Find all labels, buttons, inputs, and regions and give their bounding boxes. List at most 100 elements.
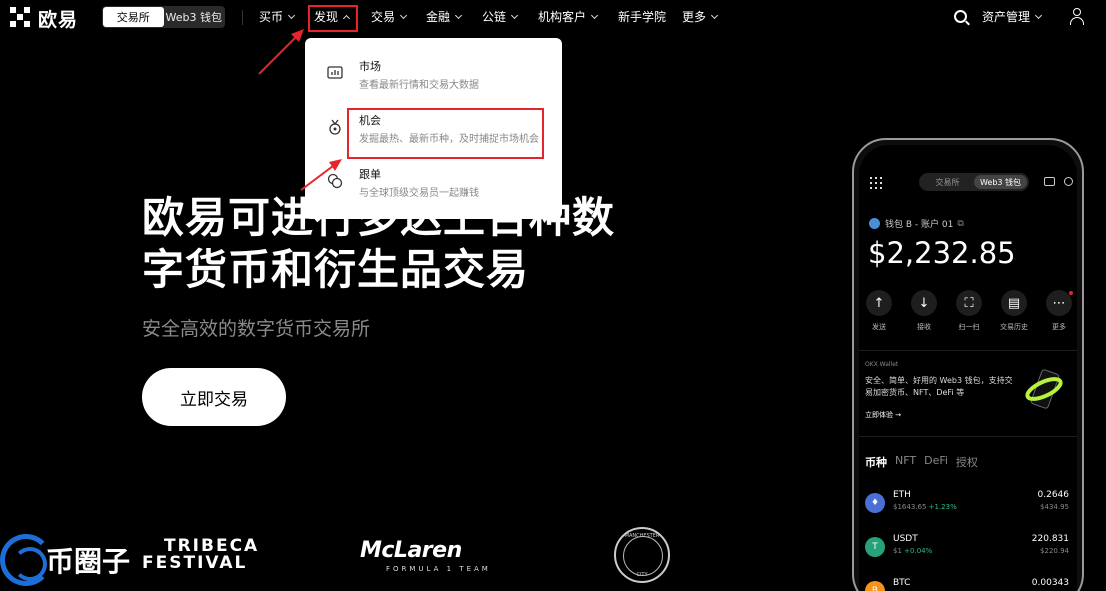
tribeca-logo: TRIBECA FESTIVAL <box>142 538 259 572</box>
watermark-ring-icon <box>0 534 52 586</box>
user-icon[interactable] <box>1069 8 1085 26</box>
asset-tab-nft: NFT <box>895 454 917 467</box>
coin-change: +1.23% <box>928 503 957 511</box>
mode-switch: 交易所 Web3 钱包 <box>102 6 225 28</box>
man-city-top-text: MANCHESTER <box>624 533 660 539</box>
dropdown-item-desc: 与全球顶级交易员一起赚钱 <box>359 188 479 199</box>
nav-chain[interactable]: 公链 <box>482 8 519 26</box>
apps-grid-icon <box>870 177 882 189</box>
trade-now-button[interactable]: 立即交易 <box>142 368 286 426</box>
dropdown-item-title: 市场 <box>359 60 381 73</box>
asset-tab-coins: 币种 <box>865 456 887 469</box>
man-city-bottom-text: CITY <box>636 572 648 578</box>
message-icon <box>1044 177 1055 186</box>
scan-label: 扫一扫 <box>958 323 980 331</box>
nav-finance-label: 金融 <box>426 10 451 24</box>
highlight-box-discover <box>308 5 358 32</box>
tribeca-line2: FESTIVAL <box>142 553 248 573</box>
usdt-icon: T <box>865 537 885 557</box>
more-action: ⋯ 更多 <box>1039 290 1079 332</box>
coin-amount: 220.831 <box>1031 534 1069 544</box>
asset-tab-defi: DeFi <box>924 454 948 467</box>
okx-logo-icon <box>10 7 32 29</box>
mode-web3-tab[interactable]: Web3 钱包 <box>164 7 225 27</box>
coin-value: $434.95 <box>1040 503 1069 511</box>
eth-icon: ♦ <box>865 493 885 513</box>
chevron-down-icon <box>510 11 519 20</box>
chevron-down-icon <box>287 11 296 20</box>
wallet-balance: $2,232.85 <box>868 236 1016 270</box>
coin-row: B BTC 0.00343 <box>865 575 1077 591</box>
top-nav: 欧易 交易所 Web3 钱包 买币 发现 交易 金融 公链 机构客户 新手学院 … <box>0 0 1106 36</box>
hero-subtitle: 安全高效的数字货币交易所 <box>142 318 371 340</box>
man-city-logo: MANCHESTER CITY <box>614 527 670 583</box>
receive-label: 接收 <box>917 323 931 331</box>
wallet-label: 钱包 B - 账户 01 <box>885 220 954 230</box>
phone-tab-web3: Web3 钱包 <box>974 175 1027 189</box>
phone-screen: 交易所 Web3 钱包 钱包 B - 账户 01 ⧉ $2,232.85 ↑ 发送… <box>859 145 1077 591</box>
okx-logo[interactable]: 欧易 <box>10 6 78 31</box>
mclaren-logo: McLaren FORMULA 1 TEAM <box>360 538 491 573</box>
coin-name: USDT <box>893 534 918 544</box>
coin-amount: 0.00343 <box>1031 578 1069 588</box>
mode-exchange-tab[interactable]: 交易所 <box>103 7 164 27</box>
nav-trade-label: 交易 <box>371 10 396 24</box>
chevron-down-icon <box>454 11 463 20</box>
coin-row: ♦ ETH $1643.65 +1.23% 0.2646 $434.95 <box>865 487 1077 523</box>
chevron-down-icon <box>1034 11 1043 20</box>
mclaren-subtitle: FORMULA 1 TEAM <box>386 565 491 573</box>
dropdown-item-desc: 查看最新行情和交易大数据 <box>359 80 479 91</box>
nav-trade[interactable]: 交易 <box>371 8 408 26</box>
asset-tab-approvals: 授权 <box>955 456 978 469</box>
coin-price-value: $1643.65 <box>893 503 927 511</box>
wallet-avatar-icon <box>869 218 880 229</box>
receive-icon: ↓ <box>911 290 937 316</box>
wallet-illustration-icon <box>1025 369 1063 409</box>
mclaren-wordmark: McLaren <box>360 538 462 563</box>
copy-icon: ⧉ <box>957 218 964 229</box>
phone-mockup: 交易所 Web3 钱包 钱包 B - 账户 01 ⧉ $2,232.85 ↑ 发送… <box>852 138 1084 591</box>
nav-institution[interactable]: 机构客户 <box>538 8 599 26</box>
notification-dot <box>1069 291 1073 295</box>
more-icon: ⋯ <box>1046 290 1072 316</box>
nav-institution-label: 机构客户 <box>538 10 587 24</box>
dropdown-item-market[interactable]: 市场 查看最新行情和交易大数据 <box>325 58 555 98</box>
nav-academy[interactable]: 新手学院 <box>618 8 666 26</box>
dropdown-item-title: 跟单 <box>359 168 381 181</box>
scan-action: ⛶ 扫一扫 <box>949 290 989 332</box>
nav-finance[interactable]: 金融 <box>426 8 463 26</box>
coin-value: $220.94 <box>1040 547 1069 555</box>
nav-academy-label: 新手学院 <box>618 10 667 24</box>
watermark-text: 币圈子 <box>46 545 131 578</box>
copy-trade-icon <box>327 173 343 189</box>
nav-more[interactable]: 更多 <box>682 8 719 26</box>
send-label: 发送 <box>872 323 886 331</box>
coin-name: ETH <box>893 490 911 500</box>
nav-more-label: 更多 <box>682 10 707 24</box>
dropdown-item-copy-trading[interactable]: 跟单 与全球顶级交易员一起赚钱 <box>325 166 555 206</box>
chevron-down-icon <box>590 11 599 20</box>
search-icon[interactable] <box>954 10 967 23</box>
btc-icon: B <box>865 581 885 591</box>
wallet-promo-card: OKX Wallet 安全、简单、好用的 Web3 钱包，支持交易加密货币、NF… <box>859 350 1077 437</box>
coin-name: BTC <box>893 578 911 588</box>
nav-assets-label: 资产管理 <box>982 10 1031 24</box>
more-label: 更多 <box>1052 323 1066 331</box>
coin-change: +0.04% <box>904 547 933 555</box>
nav-buy[interactable]: 买币 <box>259 8 296 26</box>
wallet-selector: 钱包 B - 账户 01 ⧉ <box>869 217 964 230</box>
history-icon: ▤ <box>1001 290 1027 316</box>
asset-tabs: 币种 NFT DeFi 授权 <box>865 454 978 470</box>
chart-icon <box>327 66 343 79</box>
nav-divider <box>242 10 243 25</box>
history-action: ▤ 交易历史 <box>994 290 1034 332</box>
send-icon: ↑ <box>866 290 892 316</box>
nav-assets[interactable]: 资产管理 <box>982 8 1043 26</box>
highlight-box-opportunity <box>347 108 544 159</box>
phone-mode-switch: 交易所 Web3 钱包 <box>919 173 1029 191</box>
hero-title-line2: 字货币和衍生品交易 <box>142 245 530 294</box>
nav-buy-label: 买币 <box>259 10 284 24</box>
scan-icon: ⛶ <box>956 290 982 316</box>
search-icon <box>1064 177 1073 186</box>
medal-icon <box>329 119 341 135</box>
